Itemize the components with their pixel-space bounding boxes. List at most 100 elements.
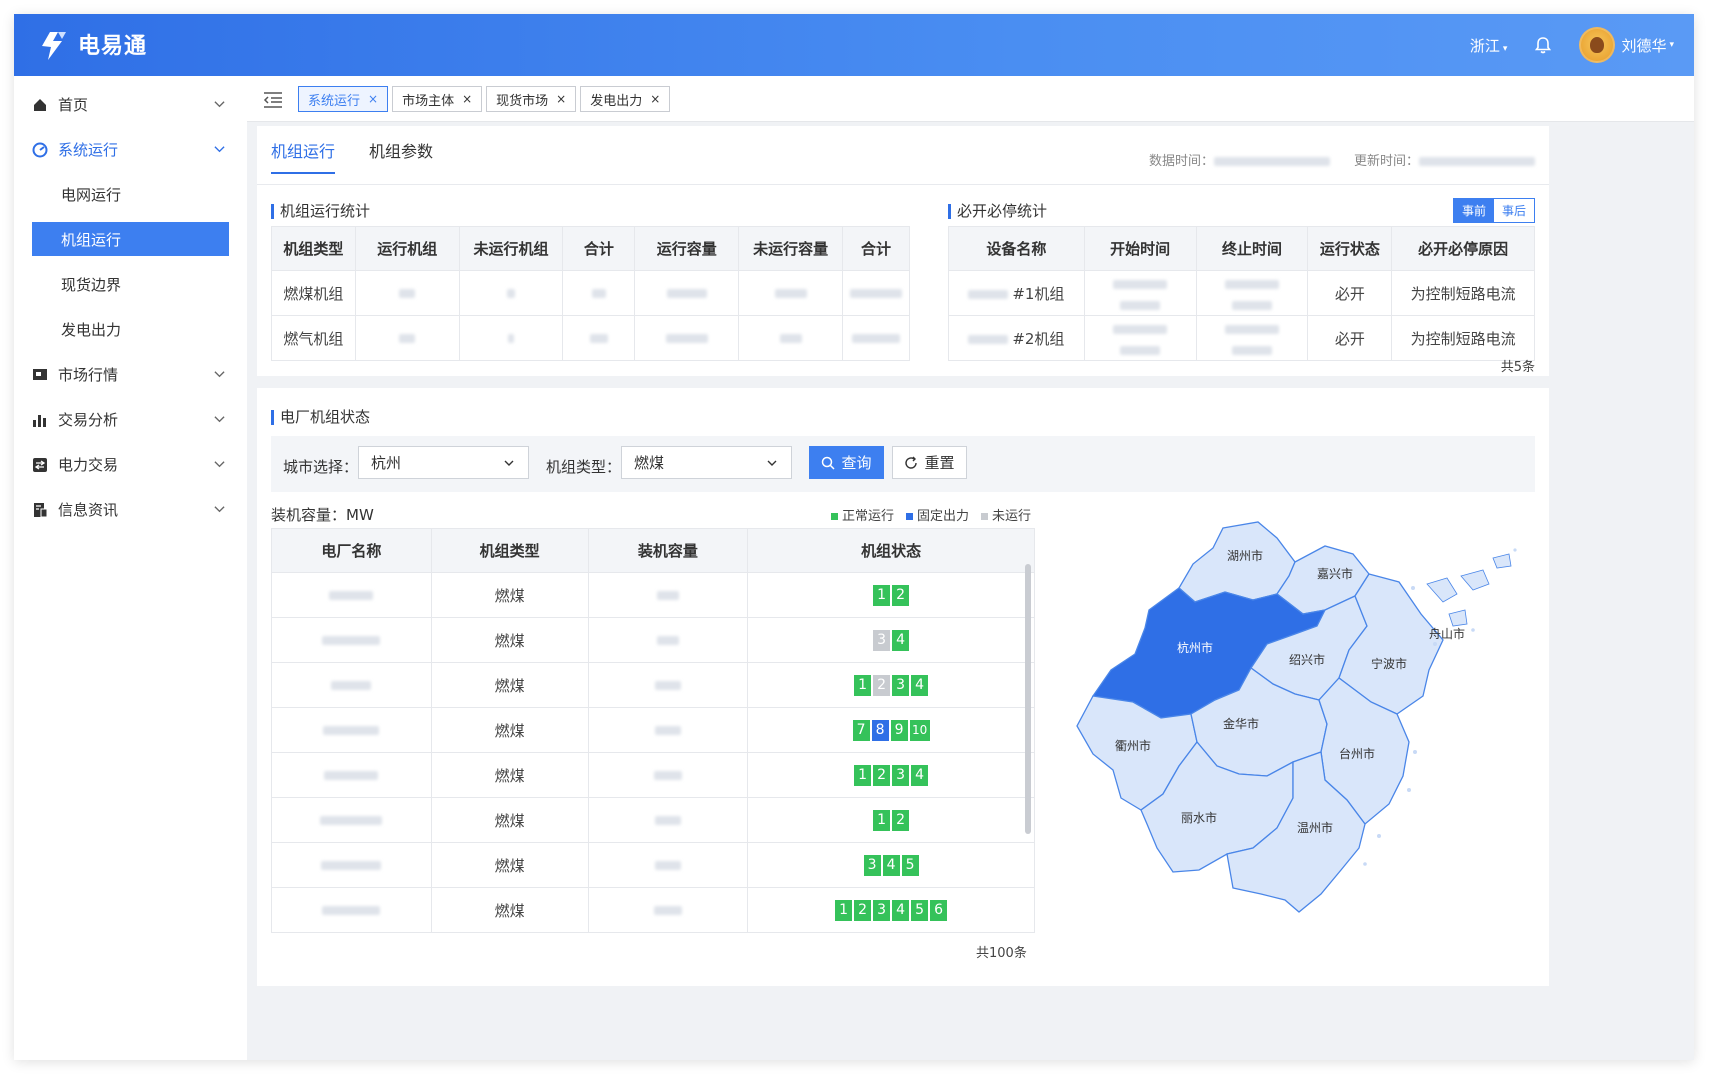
- tab-generation[interactable]: 发电出力 ×: [580, 86, 671, 112]
- table-cell: [738, 315, 843, 361]
- sidebar-subitem-spot-boundary[interactable]: 现货边界: [14, 262, 247, 307]
- table-row[interactable]: 燃煤 3 4 5: [271, 842, 1035, 888]
- unit-status-chip[interactable]: 1: [873, 809, 891, 831]
- map-region-zhoushan[interactable]: [1426, 553, 1512, 627]
- sidebar-subitem-unit-run[interactable]: 机组运行: [32, 222, 229, 256]
- plant-name-cell: [271, 842, 432, 888]
- unit-status-chip[interactable]: 10: [909, 719, 930, 741]
- region-selector[interactable]: 浙江 ▾: [1470, 35, 1508, 56]
- unit-status-chip[interactable]: 3: [892, 764, 910, 786]
- zhejiang-map[interactable]: 湖州市 嘉兴市 杭州市 绍兴市 宁波市 舟山市 衢州市 金华市 台州市 丽水市 …: [1063, 518, 1533, 948]
- caret-down-icon: ▾: [1669, 40, 1674, 50]
- table-row[interactable]: 燃煤 1 2 3 4 5 6: [271, 887, 1035, 933]
- close-icon[interactable]: ×: [556, 92, 566, 106]
- tab-system-run[interactable]: 系统运行 ×: [298, 86, 389, 112]
- user-menu[interactable]: 刘德华 ▾: [1579, 27, 1674, 63]
- legend-label: 固定出力: [917, 509, 970, 524]
- unit-status-chip[interactable]: 7: [852, 719, 870, 741]
- unit-status-chip[interactable]: 3: [873, 899, 891, 921]
- table-row: #2机组 必开 为控制短路电流: [948, 315, 1535, 361]
- unit-status-chip[interactable]: 2: [892, 809, 910, 831]
- app-logo[interactable]: 电易通: [36, 26, 147, 62]
- toggle-after[interactable]: 事后: [1493, 199, 1534, 222]
- table-scrollbar[interactable]: [1025, 564, 1031, 834]
- unit-status-chip[interactable]: 1: [873, 584, 891, 606]
- unit-run-panel: 机组运行 机组参数 数据时间： 更新时间： 机组运行统计 机组类型 运行机组 未…: [257, 126, 1549, 376]
- table-row: #1机组 必开 为控制短路电流: [948, 270, 1535, 316]
- reset-button[interactable]: 重置: [892, 446, 967, 479]
- unit-status-chip[interactable]: 4: [892, 629, 910, 651]
- unit-status-chip[interactable]: 2: [873, 764, 891, 786]
- sidebar-item-home[interactable]: 首页: [14, 82, 247, 127]
- unit-status-chip[interactable]: 2: [873, 674, 891, 696]
- table-row[interactable]: 燃煤 7 8 9 10: [271, 707, 1035, 753]
- toggle-before[interactable]: 事前: [1453, 199, 1494, 222]
- unit-status-chip[interactable]: 4: [911, 674, 929, 696]
- sidebar-item-trade-analysis[interactable]: 交易分析: [14, 397, 247, 442]
- unit-status-chip[interactable]: 5: [901, 854, 919, 876]
- sidebar-subitem-generation[interactable]: 发电出力: [14, 307, 247, 352]
- unit-status-chip[interactable]: 1: [854, 764, 872, 786]
- bell-icon[interactable]: [1533, 35, 1553, 55]
- unit-status-chip[interactable]: 3: [863, 854, 881, 876]
- unit-status-chip[interactable]: 9: [890, 719, 908, 741]
- close-icon[interactable]: ×: [462, 92, 472, 106]
- table-row[interactable]: 燃煤 3 4: [271, 617, 1035, 663]
- unit-status-chip[interactable]: 1: [835, 899, 853, 921]
- plant-name-cell: [271, 572, 432, 618]
- unit-status-chip[interactable]: 3: [873, 629, 891, 651]
- must-run-table: 设备名称 开始时间 终止时间 运行状态 必开必停原因 #1机组 必开 为控制短路…: [948, 226, 1535, 361]
- unit-type-cell: 燃煤: [430, 842, 589, 888]
- query-label: 查询: [841, 454, 872, 472]
- table-row[interactable]: 燃煤 1 2: [271, 797, 1035, 843]
- capacity-cell: [587, 707, 749, 753]
- sidebar: 首页 系统运行 电网运行 机组运行 现货边界 发电出力 市场行情 交易分析 电力…: [14, 76, 247, 1060]
- tab-unit-run[interactable]: 机组运行: [271, 138, 336, 174]
- query-button[interactable]: 查询: [809, 446, 884, 479]
- exchange-icon: [33, 457, 47, 472]
- table-header: 设备名称 开始时间 终止时间 运行状态 必开必停原因: [948, 226, 1535, 271]
- tab-label: 现货市场: [496, 93, 549, 109]
- unit-type-cell: 燃煤: [430, 617, 589, 663]
- table-row[interactable]: 燃煤 1 2 3 4: [271, 752, 1035, 798]
- collapse-menu-icon[interactable]: [263, 91, 283, 109]
- column-header: 机组状态: [747, 528, 1035, 573]
- unit-status-chip[interactable]: 2: [892, 584, 910, 606]
- table-row[interactable]: 燃煤 1 2 3 4: [271, 662, 1035, 708]
- city-select[interactable]: 杭州: [358, 446, 529, 479]
- unit-status-chip[interactable]: 8: [871, 719, 889, 741]
- unit-status-chip[interactable]: 2: [854, 899, 872, 921]
- sidebar-item-system-run[interactable]: 系统运行: [14, 127, 247, 172]
- sidebar-item-label: 信息资讯: [58, 501, 119, 519]
- unit-status-chip[interactable]: 1: [854, 674, 872, 696]
- unit-status-chip[interactable]: 5: [911, 899, 929, 921]
- unit-status-chip[interactable]: 4: [882, 854, 900, 876]
- sidebar-subitem-grid-run[interactable]: 电网运行: [14, 172, 247, 217]
- unit-status-chip[interactable]: 4: [911, 764, 929, 786]
- city-filter-label: 城市选择：: [283, 458, 359, 476]
- type-select[interactable]: 燃煤: [621, 446, 792, 479]
- must-run-total: 共5条: [1500, 360, 1535, 375]
- sidebar-item-market[interactable]: 市场行情: [14, 352, 247, 397]
- tab-unit-params[interactable]: 机组参数: [369, 138, 433, 174]
- column-header: 运行容量: [634, 226, 740, 271]
- chevron-down-icon: [214, 506, 225, 513]
- sidebar-item-info[interactable]: 信息资讯: [14, 487, 247, 532]
- table-cell: [1083, 315, 1197, 361]
- sidebar-item-power-trade[interactable]: 电力交易: [14, 442, 247, 487]
- close-icon[interactable]: ×: [650, 92, 660, 106]
- update-time-label: 更新时间：: [1353, 154, 1419, 169]
- data-time-value: [1213, 157, 1330, 166]
- tab-market-entity[interactable]: 市场主体 ×: [392, 86, 483, 112]
- plant-total: 共100条: [976, 946, 1027, 961]
- table-row[interactable]: 燃煤 1 2: [271, 572, 1035, 618]
- gauge-icon: [32, 142, 48, 157]
- unit-status-chip[interactable]: 4: [892, 899, 910, 921]
- tab-spot-market[interactable]: 现货市场 ×: [486, 86, 577, 112]
- close-icon[interactable]: ×: [368, 92, 378, 106]
- map-label-huzhou: 湖州市: [1227, 548, 1263, 563]
- unit-status-chip[interactable]: 6: [930, 899, 948, 921]
- table-cell: 必开: [1307, 315, 1393, 361]
- unit-status-chip[interactable]: 3: [892, 674, 910, 696]
- map-label-lishui: 丽水市: [1181, 810, 1217, 825]
